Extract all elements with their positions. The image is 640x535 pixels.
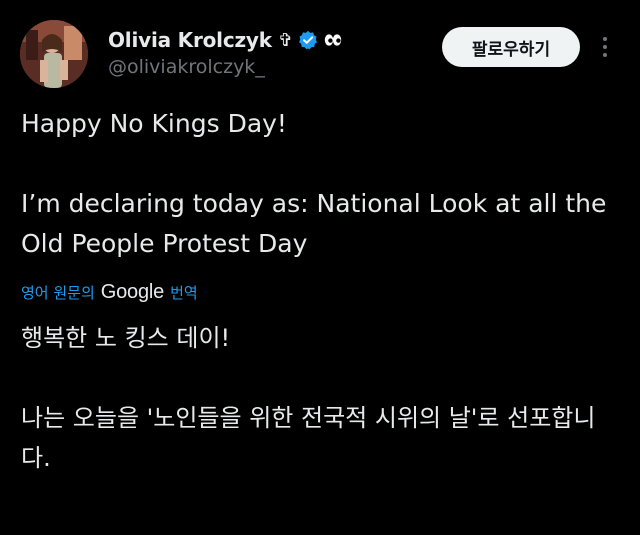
tweet-text: Happy No Kings Day! I’m declaring today … (21, 109, 607, 258)
follow-button[interactable]: 팔로우하기 (442, 27, 580, 67)
tweet: Olivia Krolczyk ✞ @oliviakrolczyk_ 팔로우하기… (0, 0, 640, 535)
translation-attribution[interactable]: 영어 원문의 Google 번역 (21, 279, 198, 305)
google-logo: Google (100, 280, 165, 303)
avatar[interactable] (20, 20, 88, 88)
translation-action-label[interactable]: 번역 (170, 282, 198, 303)
cross-emoji: ✞ (277, 30, 293, 50)
author-handle[interactable]: @oliviakrolczyk_ (108, 56, 265, 78)
author-name-row[interactable]: Olivia Krolczyk ✞ (108, 26, 342, 54)
author-display-name[interactable]: Olivia Krolczyk (108, 28, 272, 52)
eyes-icon (324, 33, 342, 47)
verified-badge-icon (298, 30, 318, 50)
translation-source-label[interactable]: 영어 원문의 (21, 282, 95, 303)
translated-tweet-text: 행복한 노 킹스 데이! 나는 오늘을 '노인들을 위한 전국적 시위의 날'로… (21, 324, 596, 472)
avatar-image (20, 20, 88, 88)
more-vertical-icon[interactable] (600, 34, 610, 60)
